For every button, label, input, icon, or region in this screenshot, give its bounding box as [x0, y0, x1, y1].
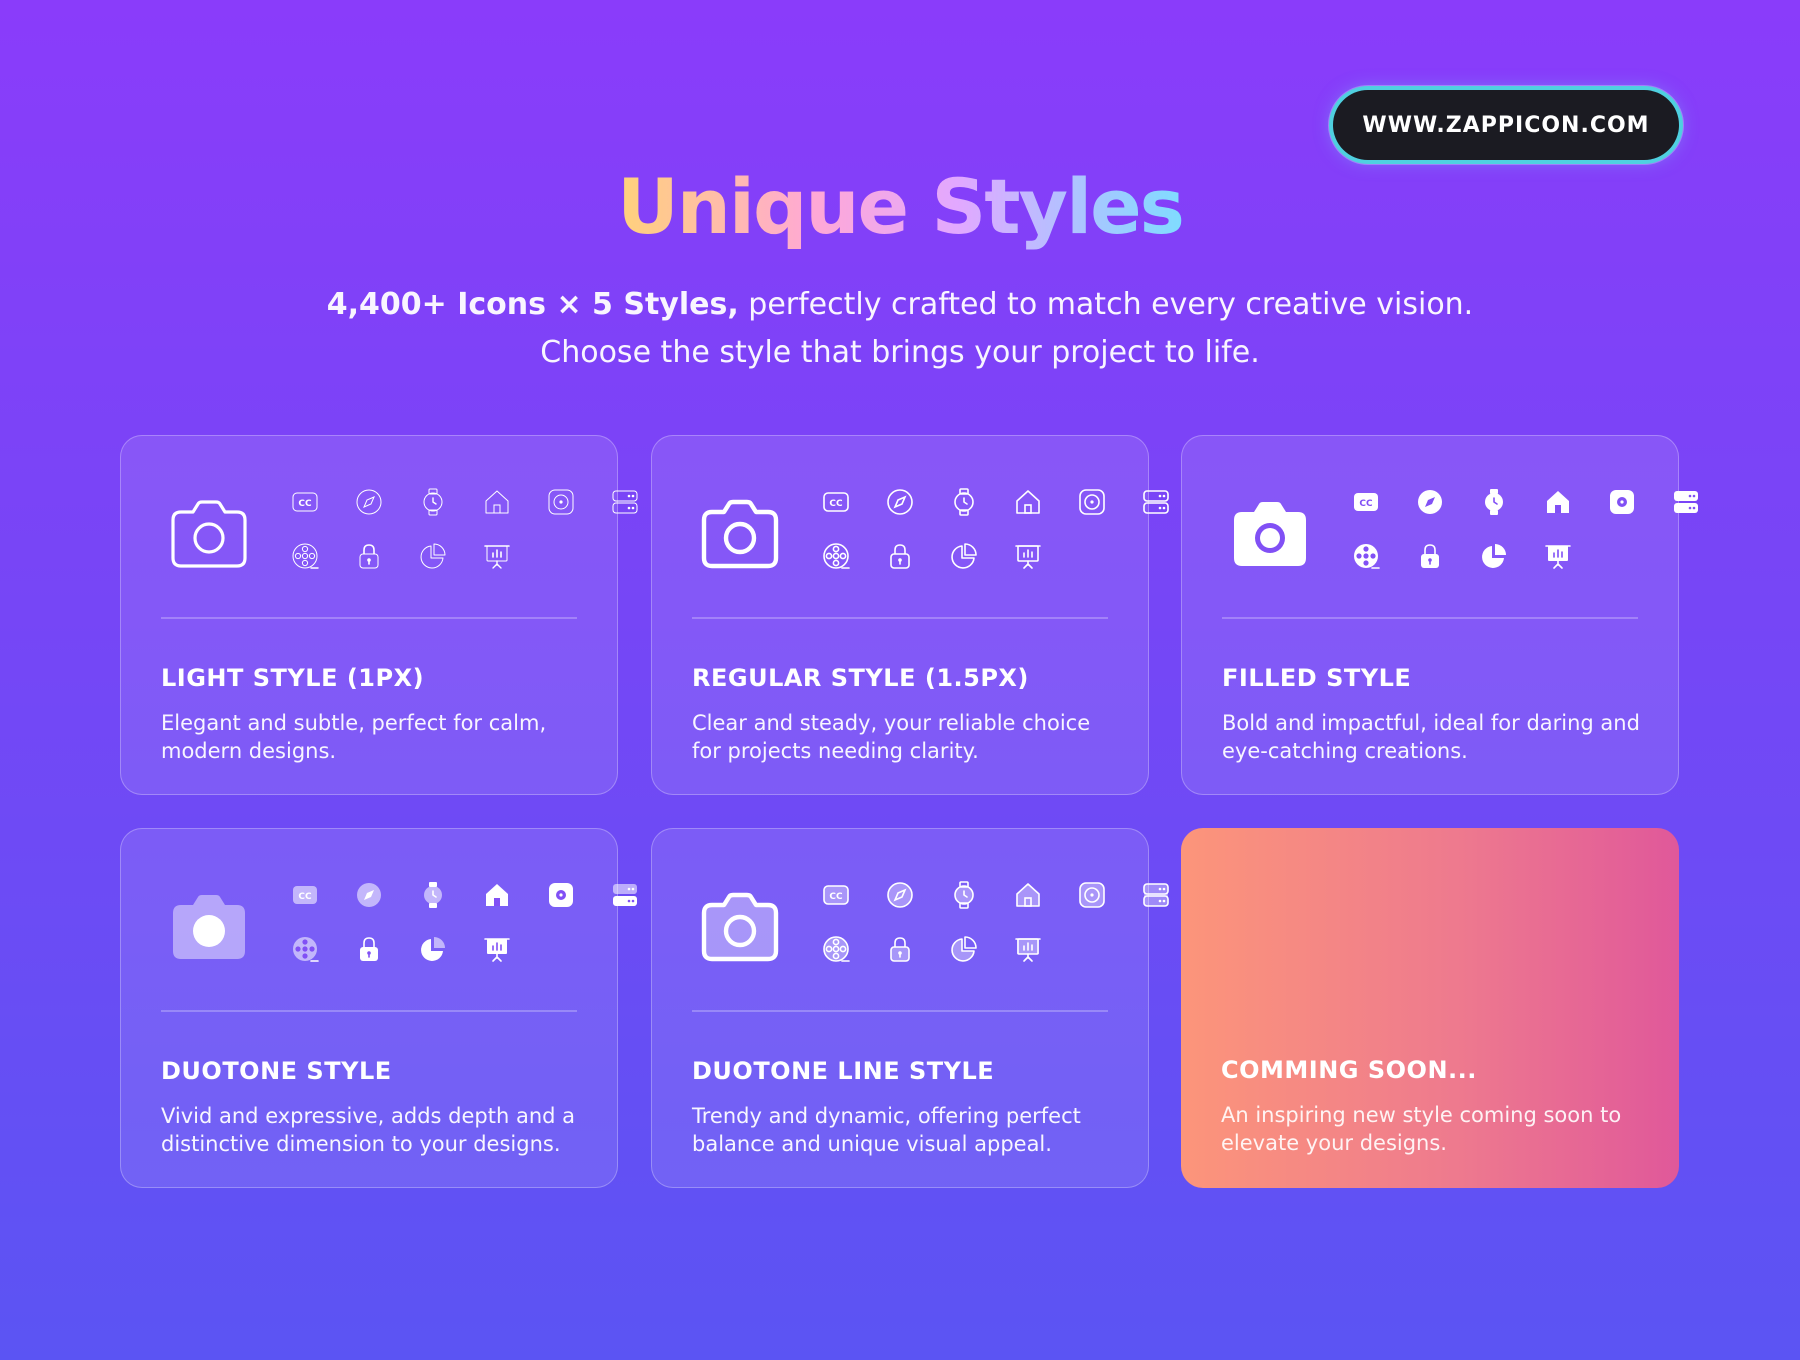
cc-icon: CC — [292, 492, 318, 512]
card-description: Bold and impactful, ideal for daring and… — [1222, 711, 1640, 763]
svg-text:CC: CC — [1359, 499, 1373, 509]
server-icon — [1674, 491, 1698, 513]
card-title: LIGHT STYLE (1PX) — [161, 664, 425, 692]
watch-icon — [954, 488, 974, 516]
divider — [161, 617, 577, 619]
record-icon — [548, 489, 574, 515]
server-icon — [612, 490, 638, 514]
presentation-icon — [484, 938, 510, 962]
camera-icon — [701, 499, 779, 569]
compass-icon — [356, 489, 382, 515]
server-icon — [1143, 490, 1169, 514]
server-icon — [613, 884, 637, 906]
icon-grid: CC — [289, 879, 637, 979]
divider — [692, 1010, 1108, 1012]
style-card-filled[interactable]: CC FILLED STYLE Bold and impactful, idea… — [1181, 435, 1698, 795]
style-card-regular[interactable]: CC REGULAR STYLE (1.5PX) Clear and stead… — [651, 435, 1169, 795]
compass-icon — [357, 883, 381, 907]
presentation-icon — [1015, 545, 1041, 569]
style-card-light[interactable]: CC LIGHT STYLE (1PX) Elegant and subtle,… — [120, 435, 638, 795]
pie-chart-icon — [951, 936, 977, 962]
home-icon — [486, 884, 508, 906]
home-icon — [1547, 491, 1569, 513]
presentation-icon — [1015, 938, 1041, 962]
film-reel-icon — [1354, 544, 1380, 569]
style-card-duotone-line[interactable]: CC DUOTONE LINE STYLE Trendy and dynamic… — [651, 828, 1169, 1188]
record-icon — [1079, 882, 1105, 908]
lock-icon — [890, 937, 910, 962]
style-card-coming-soon[interactable]: COMMING SOON... An inspiring new style c… — [1181, 828, 1679, 1188]
style-card-duotone[interactable]: CC DUOTONE STYLE Vivid and expressive, a… — [120, 828, 637, 1188]
icon-grid: CC — [820, 879, 1169, 979]
lock-icon — [359, 544, 379, 569]
card-title: DUOTONE LINE STYLE — [692, 1057, 995, 1085]
camera-icon — [701, 892, 779, 962]
icon-grid: CC — [820, 486, 1169, 586]
compass-icon — [1418, 490, 1442, 514]
svg-text:CC: CC — [829, 499, 843, 509]
pie-chart-icon — [951, 543, 977, 569]
icon-grid: CC — [289, 486, 638, 586]
divider — [1222, 617, 1638, 619]
record-icon — [1610, 490, 1634, 514]
icon-grid: CC — [1350, 486, 1698, 586]
card-description: Vivid and expressive, adds depth and a d… — [161, 1104, 576, 1156]
website-url-button[interactable]: WWW.ZAPPICON.COM — [1333, 90, 1679, 160]
record-icon — [549, 883, 573, 907]
film-reel-icon — [823, 543, 850, 569]
lock-icon — [890, 544, 910, 569]
card-title: FILLED STYLE — [1222, 664, 1412, 692]
svg-text:CC: CC — [298, 499, 312, 509]
film-reel-icon — [293, 937, 319, 962]
svg-text:CC: CC — [298, 892, 312, 902]
home-icon — [1016, 883, 1040, 907]
pie-chart-icon — [420, 543, 446, 569]
camera-icon — [173, 895, 245, 959]
film-reel-icon — [823, 936, 850, 962]
card-title: DUOTONE STYLE — [161, 1057, 392, 1085]
compass-icon — [887, 489, 913, 515]
pie-chart-icon — [421, 937, 445, 961]
lock-icon — [360, 937, 378, 961]
cc-icon: CC — [293, 886, 317, 904]
card-description: Clear and steady, your reliable choice f… — [692, 711, 1091, 763]
divider — [161, 1010, 577, 1012]
card-description: An inspiring new style coming soon to el… — [1221, 1103, 1622, 1155]
watch-icon — [423, 488, 443, 516]
presentation-icon — [1545, 545, 1571, 569]
cc-icon: CC — [1354, 493, 1378, 511]
server-icon — [1143, 883, 1169, 907]
cc-icon: CC — [823, 885, 849, 905]
cc-icon: CC — [823, 492, 849, 512]
pie-chart-icon — [1482, 544, 1506, 568]
home-icon — [485, 490, 509, 514]
subtitle-line-2: Choose the style that brings your projec… — [540, 335, 1260, 370]
lock-icon — [1421, 544, 1439, 568]
film-reel-icon — [292, 543, 319, 569]
watch-icon — [954, 881, 974, 909]
subtitle-text: perfectly crafted to match every creativ… — [738, 287, 1474, 322]
divider — [692, 617, 1108, 619]
page-subtitle: 4,400+ Icons × 5 Styles, perfectly craft… — [0, 281, 1800, 377]
compass-icon — [887, 882, 913, 908]
card-title: COMMING SOON... — [1221, 1056, 1477, 1084]
card-description: Elegant and subtle, perfect for calm, mo… — [161, 711, 547, 763]
card-title: REGULAR STYLE (1.5PX) — [692, 664, 1029, 692]
page-title: Unique Styles — [617, 162, 1185, 251]
subtitle-highlight: 4,400+ Icons × 5 Styles, — [326, 287, 739, 322]
camera-icon — [1234, 502, 1306, 566]
card-description: Trendy and dynamic, offering perfect bal… — [692, 1104, 1081, 1156]
watch-icon — [1485, 489, 1503, 515]
watch-icon — [424, 882, 442, 908]
camera-icon — [171, 500, 247, 568]
record-icon — [1079, 489, 1105, 515]
home-icon — [1016, 490, 1040, 514]
svg-text:CC: CC — [829, 892, 843, 902]
presentation-icon — [484, 545, 510, 569]
